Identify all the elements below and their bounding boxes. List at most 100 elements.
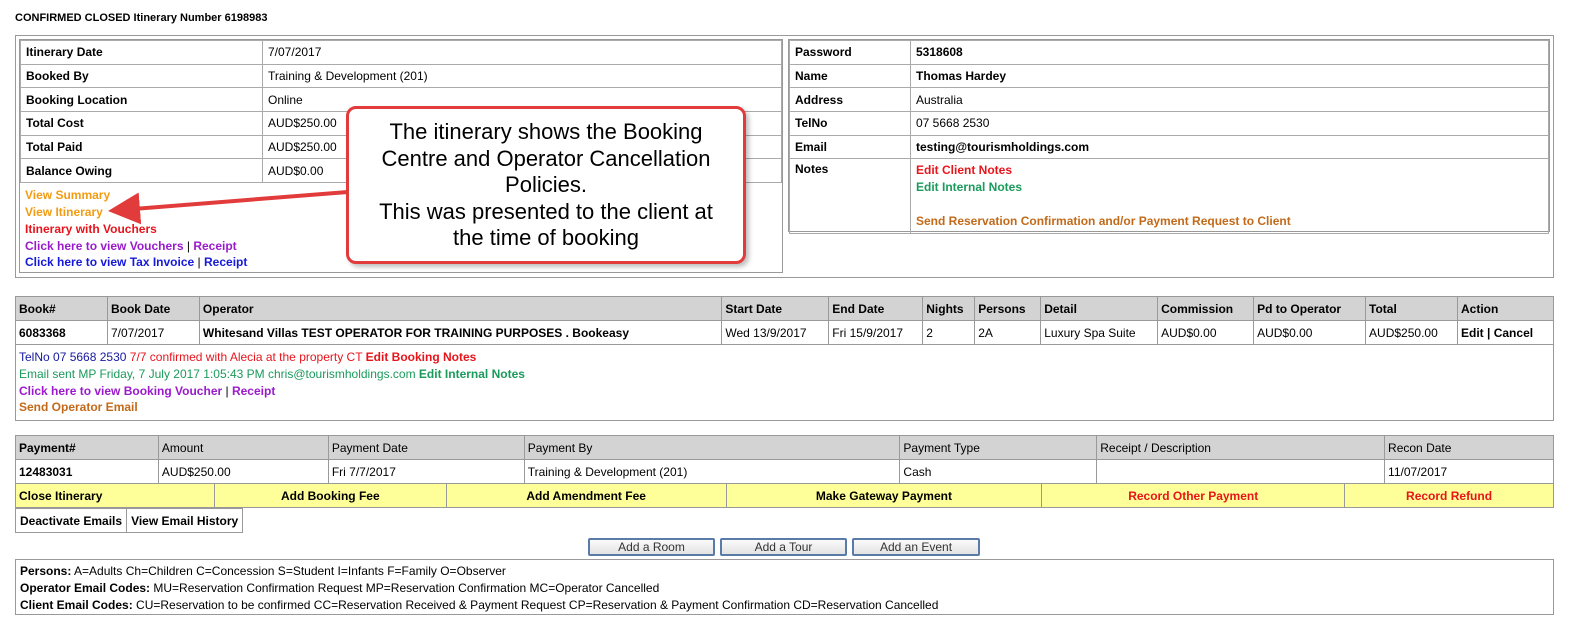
- notes-links: Edit Client Notes Edit Internal Notes Se…: [910, 158, 1549, 235]
- add-room-button[interactable]: Add a Room: [588, 538, 715, 556]
- deactivate-emails-button[interactable]: Deactivate Emails: [14, 508, 128, 533]
- add-buttons: Add a Room Add a Tour Add an Event: [588, 538, 980, 556]
- view-booking-voucher-link[interactable]: Click here to view Booking Voucher: [19, 384, 222, 398]
- telno-label: TelNo: [789, 111, 911, 136]
- bookings-header-row: Book# Book Date Operator Start Date End …: [15, 296, 1554, 321]
- book-date: 7/07/2017: [106, 320, 200, 345]
- book-number: 6083368: [15, 320, 108, 345]
- col-header: Action: [1457, 296, 1554, 321]
- payment-amount: AUD$250.00: [157, 459, 329, 484]
- col-header: Payment#: [15, 435, 159, 460]
- col-header: End Date: [828, 296, 924, 321]
- client-details-table: Password 5318608 Name Thomas Hardey Addres…: [789, 40, 1549, 235]
- codes-legend: Persons: A=Adults Ch=Children C=Concessi…: [15, 559, 1554, 615]
- cancel-booking-link[interactable]: Cancel: [1494, 326, 1533, 340]
- total-cost-label: Total Cost: [20, 111, 263, 136]
- client-codes-text: CU=Reservation to be confirmed CC=Reserv…: [136, 598, 939, 612]
- itinerary-date-label: Itinerary Date: [20, 40, 263, 65]
- callout-line: The itinerary shows the Booking: [389, 119, 703, 144]
- payment-number: 12483031: [15, 459, 159, 484]
- callout-line: Policies.: [505, 172, 587, 197]
- operator-name: Whitesand Villas TEST OPERATOR FOR TRAIN…: [198, 320, 723, 345]
- send-reservation-confirmation-link[interactable]: Send Reservation Confirmation and/or Pay…: [916, 213, 1543, 230]
- col-header: Payment Type: [899, 435, 1098, 460]
- tax-invoice-receipt-link[interactable]: Receipt: [204, 255, 247, 269]
- add-booking-fee-button[interactable]: Add Booking Fee: [213, 483, 447, 508]
- address-label: Address: [789, 87, 911, 113]
- page-title: CONFIRMED CLOSED Itinerary Number 619898…: [15, 12, 268, 24]
- table-row: 12483031 AUD$250.00 Fri 7/7/2017 Trainin…: [15, 459, 1554, 484]
- edit-client-notes-link[interactable]: Edit Client Notes: [916, 162, 1543, 179]
- col-header: Book#: [15, 296, 108, 321]
- client-codes-label: Client Email Codes:: [20, 598, 133, 612]
- booked-by-label: Booked By: [20, 63, 263, 89]
- booking-telno: TelNo 07 5668 2530: [19, 350, 127, 364]
- persons-legend-label: Persons:: [20, 564, 72, 578]
- col-header: Commission: [1157, 296, 1255, 321]
- booking-location-label: Booking Location: [20, 87, 263, 113]
- edit-booking-notes-link[interactable]: Edit Booking Notes: [366, 350, 477, 364]
- col-header: Operator: [198, 296, 723, 321]
- operator-codes-text: MU=Reservation Confirmation Request MP=R…: [153, 581, 660, 595]
- password-label: Password: [789, 40, 911, 65]
- booking-actions: Edit | Cancel: [1457, 320, 1554, 345]
- add-event-button[interactable]: Add an Event: [852, 538, 980, 556]
- booking-notes-row: TelNo 07 5668 2530 7/7 confirmed with Al…: [15, 343, 1554, 422]
- col-header: Total: [1365, 296, 1458, 321]
- edit-internal-notes-link[interactable]: Edit Internal Notes: [916, 179, 1543, 196]
- payment-date: Fri 7/7/2017: [327, 459, 525, 484]
- send-operator-email-link[interactable]: Send Operator Email: [19, 400, 138, 414]
- address-value: Australia: [910, 87, 1549, 113]
- receipt-description: [1096, 459, 1386, 484]
- email-buttons: Deactivate Emails View Email History: [14, 508, 244, 533]
- view-tax-invoice-link[interactable]: Click here to view Tax Invoice: [25, 255, 194, 269]
- view-email-history-button[interactable]: View Email History: [126, 508, 244, 533]
- action-separator: |: [1487, 325, 1491, 340]
- paid-to-operator: AUD$0.00: [1253, 320, 1367, 345]
- col-header: Pd to Operator: [1253, 296, 1367, 321]
- commission: AUD$0.00: [1157, 320, 1255, 345]
- view-itinerary-link[interactable]: View Itinerary: [25, 205, 103, 219]
- callout-line: the time of booking: [453, 225, 639, 250]
- detail: Luxury Spa Suite: [1040, 320, 1159, 345]
- name-label: Name: [789, 63, 911, 89]
- itinerary-summary-section: Itinerary Date 7/07/2017 Booked By Trainin…: [15, 35, 1554, 278]
- annotation-callout: The itinerary shows the Booking Centre a…: [346, 106, 746, 264]
- record-other-payment-button[interactable]: Record Other Payment: [1041, 483, 1346, 508]
- persons-legend-text: A=Adults Ch=Children C=Concession S=Stud…: [74, 564, 506, 578]
- edit-internal-notes-link[interactable]: Edit Internal Notes: [419, 367, 525, 381]
- booking-confirmation-note: 7/7 confirmed with Alecia at the propert…: [129, 350, 363, 364]
- view-vouchers-link[interactable]: Click here to view Vouchers: [25, 239, 184, 253]
- view-summary-link[interactable]: View Summary: [25, 188, 110, 202]
- email-label: Email: [789, 134, 911, 160]
- make-gateway-payment-button[interactable]: Make Gateway Payment: [725, 483, 1043, 508]
- operator-codes-label: Operator Email Codes:: [20, 581, 151, 595]
- col-header: Nights: [922, 296, 976, 321]
- edit-booking-link[interactable]: Edit: [1461, 326, 1484, 340]
- itinerary-action-bar: Close Itinerary Add Booking Fee Add Amen…: [15, 483, 1554, 508]
- payment-by: Training & Development (201): [523, 459, 901, 484]
- bookings-table: Book# Book Date Operator Start Date End …: [15, 296, 1554, 422]
- password-value: 5318608: [910, 40, 1549, 65]
- link-separator: |: [186, 238, 190, 253]
- booking-total: AUD$250.00: [1365, 320, 1458, 345]
- link-separator: |: [197, 255, 201, 270]
- col-header: Recon Date: [1384, 435, 1554, 460]
- booking-notes: TelNo 07 5668 2530 7/7 confirmed with Al…: [15, 343, 1554, 422]
- add-amendment-fee-button[interactable]: Add Amendment Fee: [445, 483, 727, 508]
- booking-receipt-link[interactable]: Receipt: [232, 384, 275, 398]
- vouchers-receipt-link[interactable]: Receipt: [193, 239, 236, 253]
- col-header: Payment Date: [327, 435, 525, 460]
- itinerary-with-vouchers-link[interactable]: Itinerary with Vouchers: [25, 222, 157, 236]
- start-date: Wed 13/9/2017: [721, 320, 830, 345]
- add-tour-button[interactable]: Add a Tour: [720, 538, 847, 556]
- balance-owing-label: Balance Owing: [20, 158, 263, 184]
- link-separator: |: [225, 383, 229, 398]
- notes-label: Notes: [789, 158, 911, 235]
- record-refund-button[interactable]: Record Refund: [1344, 483, 1554, 508]
- email-sent-note: Email sent MP Friday, 7 July 2017 1:05:4…: [19, 366, 416, 381]
- close-itinerary-button[interactable]: Close Itinerary: [15, 483, 215, 508]
- end-date: Fri 15/9/2017: [828, 320, 924, 345]
- client-details-panel: Password 5318608 Name Thomas Hardey Addres…: [788, 39, 1550, 235]
- col-header: Receipt / Description: [1096, 435, 1386, 460]
